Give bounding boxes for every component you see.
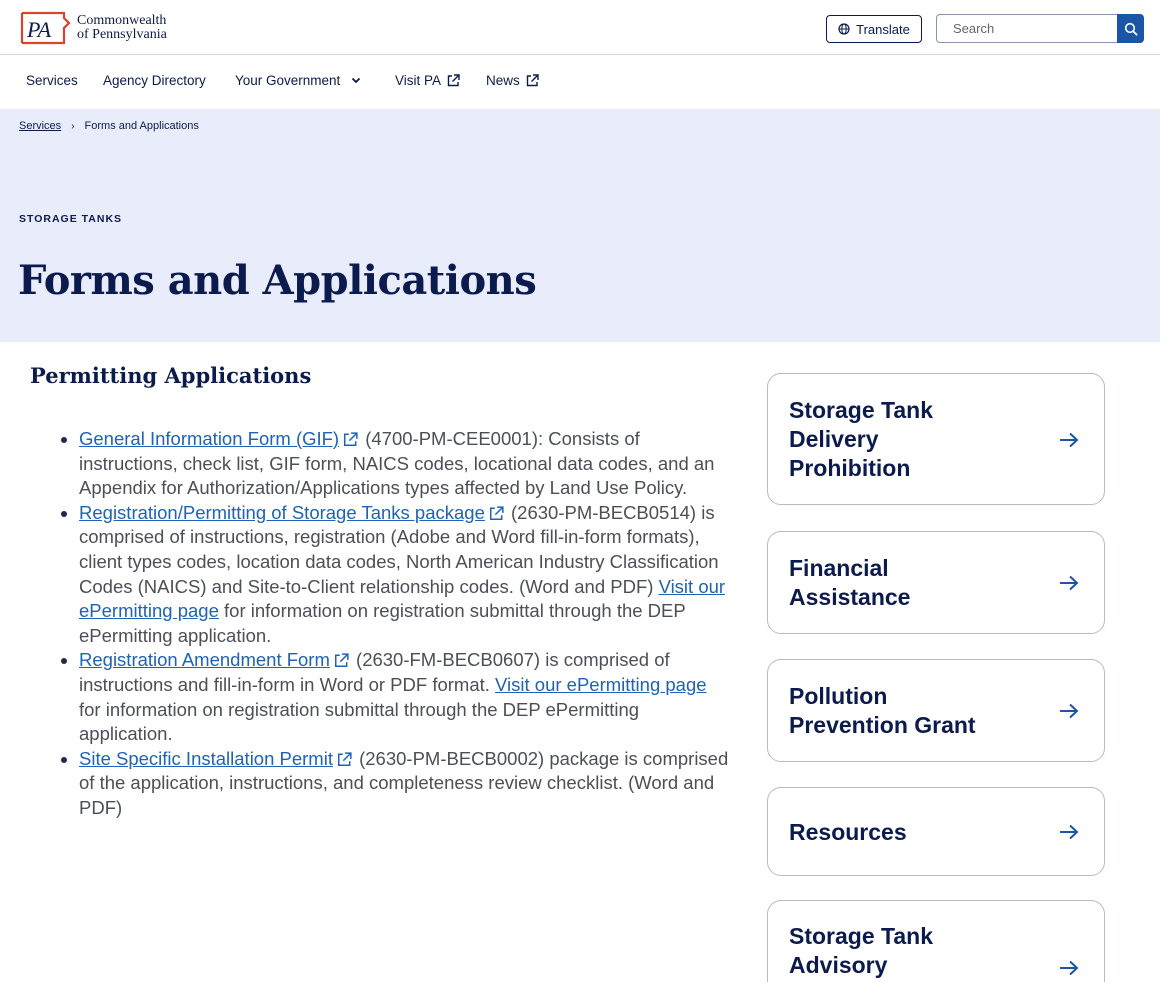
logo-line2: of Pennsylvania: [77, 27, 167, 42]
card-title: Financial Assistance: [789, 554, 910, 612]
arrow-right-icon: [1060, 960, 1079, 976]
card-financial-assistance[interactable]: Financial Assistance: [767, 531, 1105, 634]
pa-logo-text: Commonwealth of Pennsylvania: [77, 14, 167, 42]
arrow-right-icon: [1060, 575, 1079, 591]
card-title-line: Resources: [789, 819, 907, 845]
nav-label: News: [486, 73, 520, 88]
list-item: General Information Form (GIF) (4700-PM-…: [56, 427, 731, 501]
search-bar: [936, 14, 1144, 43]
main-nav: Services Agency Directory Your Governmen…: [0, 56, 1160, 109]
card-title-line: Prevention Grant: [789, 712, 976, 738]
list-item-text: for information on registration submitta…: [79, 698, 640, 745]
logo-line1: Commonwealth: [77, 13, 167, 28]
external-link-icon: [447, 74, 460, 87]
card-title: Storage Tank Delivery Prohibition: [789, 396, 933, 483]
arrow-right-icon: [1060, 432, 1079, 448]
card-title: Storage Tank Advisory: [789, 922, 933, 980]
amendment-form-link[interactable]: Registration Amendment Form: [79, 649, 330, 670]
translate-label: Translate: [856, 21, 910, 37]
nav-item-agency-directory[interactable]: Agency Directory: [103, 73, 206, 88]
breadcrumb-separator: ›: [71, 120, 75, 132]
card-title-line: Storage Tank: [789, 397, 933, 423]
nav-item-visit-pa[interactable]: Visit PA: [395, 73, 460, 88]
search-icon: [1124, 22, 1138, 36]
pa-logo[interactable]: PA Commonwealth of Pennsylvania: [20, 9, 167, 47]
card-title: Pollution Prevention Grant: [789, 682, 976, 740]
card-title-line: Financial: [789, 555, 889, 581]
nav-label: Visit PA: [395, 73, 442, 88]
pa-logo-mark: PA: [20, 10, 72, 46]
nav-item-your-government[interactable]: Your Government: [235, 73, 361, 88]
page-hero: Services › Forms and Applications STORAG…: [0, 109, 1160, 342]
list-item: Registration/Permitting of Storage Tanks…: [56, 501, 731, 649]
external-link-icon: [344, 432, 358, 447]
translate-button[interactable]: Translate: [826, 15, 922, 43]
nav-label: Services: [26, 73, 78, 88]
nav-label: Agency Directory: [103, 73, 206, 88]
chevron-down-icon: [352, 77, 361, 84]
search-input[interactable]: [936, 14, 1117, 43]
card-pollution-prevention-grant[interactable]: Pollution Prevention Grant: [767, 659, 1105, 762]
installation-permit-link[interactable]: Site Specific Installation Permit: [79, 748, 333, 769]
nav-label: Your Government: [235, 73, 341, 88]
external-link-icon: [489, 506, 504, 520]
card-title-line: Pollution: [789, 683, 888, 709]
list-item: Site Specific Installation Permit (2630-…: [56, 747, 731, 821]
gif-form-link[interactable]: General Information Form (GIF): [79, 428, 339, 449]
registration-package-link[interactable]: Registration/Permitting of Storage Tanks…: [79, 502, 485, 523]
card-title-line: Delivery: [789, 426, 879, 452]
external-link-icon: [526, 74, 539, 87]
card-title: Resources: [789, 818, 907, 847]
card-resources[interactable]: Resources: [767, 787, 1105, 876]
breadcrumb-current: Forms and Applications: [84, 120, 199, 132]
section-title: Permitting Applications: [30, 363, 312, 388]
pa-logo-letters: PA: [26, 17, 52, 42]
external-link-icon: [337, 752, 352, 766]
nav-item-services[interactable]: Services: [26, 73, 78, 88]
breadcrumb: Services › Forms and Applications: [19, 120, 199, 132]
arrow-right-icon: [1060, 824, 1079, 840]
card-title-line: Prohibition: [789, 455, 911, 481]
section-eyebrow: STORAGE TANKS: [19, 213, 123, 225]
search-button[interactable]: [1117, 14, 1144, 43]
card-storage-tank-advisory[interactable]: Storage Tank Advisory: [767, 900, 1105, 982]
breadcrumb-services-link[interactable]: Services: [19, 120, 61, 132]
nav-item-news[interactable]: News: [486, 73, 539, 88]
card-title-line: Advisory: [789, 952, 888, 978]
external-link-icon: [334, 653, 349, 668]
epermitting-link[interactable]: Visit our ePermitting page: [495, 674, 707, 695]
globe-icon: [838, 23, 850, 35]
main-content: Permitting Applications General Informat…: [16, 347, 1124, 982]
page-title: Forms and Applications: [18, 257, 537, 304]
site-header: PA Commonwealth of Pennsylvania Translat…: [0, 0, 1160, 55]
card-title-line: Assistance: [789, 584, 911, 610]
forms-list: General Information Form (GIF) (4700-PM-…: [56, 427, 731, 821]
card-storage-tank-delivery-prohibition[interactable]: Storage Tank Delivery Prohibition: [767, 373, 1105, 505]
list-item: Registration Amendment Form (2630-FM-BEC…: [56, 648, 731, 746]
card-title-line: Storage Tank: [789, 923, 933, 949]
arrow-right-icon: [1060, 703, 1079, 719]
